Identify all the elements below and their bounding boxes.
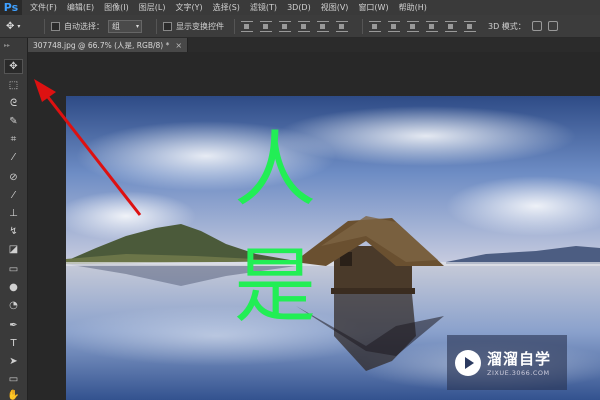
watermark-title: 溜溜自学 <box>487 350 552 368</box>
close-icon[interactable]: × <box>175 41 182 50</box>
panel-grip-icon[interactable]: ▸▸ <box>4 42 10 49</box>
align-bottom-icon[interactable] <box>279 20 291 32</box>
quick-select-icon[interactable]: ✎ <box>4 114 23 129</box>
menu-select[interactable]: 选择(S) <box>213 2 240 13</box>
blur-tool-icon[interactable]: ● <box>4 280 23 295</box>
auto-select-value: 组 <box>112 21 120 31</box>
dodge-tool-icon[interactable]: ◔ <box>4 298 23 313</box>
watermark: 溜溜自学 ZIXUE.3066.COM <box>447 335 567 390</box>
align-left-icon[interactable] <box>298 20 310 32</box>
separator <box>156 18 157 34</box>
align-top-icon[interactable] <box>241 20 253 32</box>
align-vcenter-icon[interactable] <box>260 20 272 32</box>
move-tool-icon: ✥ <box>6 20 15 32</box>
align-hcenter-icon[interactable] <box>317 20 329 32</box>
separator <box>362 18 363 34</box>
brush-tool-icon[interactable]: ⁄ <box>4 188 23 203</box>
menu-filter[interactable]: 滤镜(T) <box>250 2 277 13</box>
hand-tool-icon[interactable]: ✋ <box>4 388 23 400</box>
menu-bar: Ps 文件(F) 编辑(E) 图像(I) 图层(L) 文字(Y) 选择(S) 滤… <box>0 0 600 15</box>
document-tab[interactable]: 307748.jpg @ 66.7% (人是, RGB/8) * × <box>28 38 188 52</box>
document-tab-title: 307748.jpg @ 66.7% (人是, RGB/8) * <box>33 40 170 50</box>
watermark-url: ZIXUE.3066.COM <box>487 369 550 377</box>
align-group <box>241 20 348 32</box>
distribute-group <box>369 20 476 32</box>
separator <box>44 18 45 34</box>
document-tab-bar: 307748.jpg @ 66.7% (人是, RGB/8) * × <box>28 38 600 52</box>
distribute-top-icon[interactable] <box>369 20 381 32</box>
play-icon <box>455 349 481 376</box>
eyedropper-icon[interactable]: ⁄ <box>4 150 23 165</box>
auto-select-label: 自动选择： <box>64 21 104 31</box>
3d-mode-label: 3D 模式： <box>488 21 526 31</box>
3d-roll-icon[interactable] <box>547 21 558 31</box>
show-transform-checkbox[interactable] <box>163 21 172 31</box>
distribute-bottom-icon[interactable] <box>407 20 419 32</box>
photoshop-logo: Ps <box>0 0 22 15</box>
move-tool-icon[interactable]: ✥ <box>4 59 23 74</box>
menu-view[interactable]: 视图(V) <box>321 2 349 13</box>
marquee-tool-icon[interactable]: ⬚ <box>4 78 23 93</box>
options-bar: ✥ ▾ 自动选择： 组 ▾ 显示变换控件 3D 模式： <box>0 15 600 38</box>
clone-stamp-icon[interactable]: ⊥ <box>4 206 23 221</box>
history-brush-icon[interactable]: ↯ <box>4 224 23 239</box>
tools-panel: ▸▸ ✥ ⬚ ᘓ ✎ ⌗ ⁄ ⊘ ⁄ ⊥ ↯ ◪ ▭ ● ◔ ✒ T ➤ ▭ ✋ <box>0 38 28 400</box>
menu-layer[interactable]: 图层(L) <box>139 2 166 13</box>
pen-tool-icon[interactable]: ✒ <box>4 318 23 333</box>
auto-select-dropdown[interactable]: 组 ▾ <box>108 19 142 33</box>
healing-brush-icon[interactable]: ⊘ <box>4 170 23 185</box>
distribute-vcenter-icon[interactable] <box>388 20 400 32</box>
menu-window[interactable]: 窗口(W) <box>358 2 388 13</box>
crop-tool-icon[interactable]: ⌗ <box>4 132 23 147</box>
lasso-tool-icon[interactable]: ᘓ <box>4 96 23 111</box>
separator <box>234 18 235 34</box>
menu-3d[interactable]: 3D(D) <box>287 3 311 12</box>
align-right-icon[interactable] <box>336 20 348 32</box>
text-layer-char-1[interactable]: 人 <box>234 130 316 212</box>
menu-edit[interactable]: 编辑(E) <box>67 2 94 13</box>
show-transform-label: 显示变换控件 <box>176 21 224 31</box>
rectangle-tool-icon[interactable]: ▭ <box>4 372 23 387</box>
text-layer-char-2[interactable]: 是 <box>234 246 316 328</box>
gradient-tool-icon[interactable]: ▭ <box>4 262 23 277</box>
distribute-left-icon[interactable] <box>426 20 438 32</box>
path-select-icon[interactable]: ➤ <box>4 354 23 369</box>
distribute-hcenter-icon[interactable] <box>445 20 457 32</box>
type-tool-icon[interactable]: T <box>4 336 23 351</box>
chevron-down-icon: ▾ <box>135 22 139 30</box>
chevron-down-icon: ▾ <box>17 22 21 30</box>
eraser-icon[interactable]: ◪ <box>4 242 23 257</box>
menu-help[interactable]: 帮助(H) <box>399 2 427 13</box>
auto-select-checkbox[interactable] <box>51 21 60 31</box>
menu-type[interactable]: 文字(Y) <box>175 2 202 13</box>
3d-rotate-icon[interactable] <box>531 21 542 31</box>
menu-file[interactable]: 文件(F) <box>30 2 57 13</box>
distribute-right-icon[interactable] <box>464 20 476 32</box>
menu-image[interactable]: 图像(I) <box>104 2 129 13</box>
tool-preset-picker[interactable]: ✥ ▾ <box>6 18 38 34</box>
